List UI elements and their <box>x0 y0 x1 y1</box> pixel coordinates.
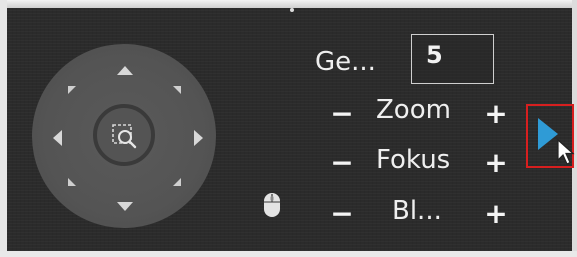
speed-label: Ge... <box>315 47 376 77</box>
iris-minus-button[interactable]: − <box>328 200 356 228</box>
pan-right-arrow-icon[interactable] <box>194 130 203 146</box>
speed-value: 5 <box>426 41 443 69</box>
screen-bezel-top <box>0 0 577 8</box>
speed-input[interactable]: 5 <box>411 34 494 84</box>
play-icon <box>538 118 558 150</box>
pan-up-left-arrow-icon[interactable] <box>68 86 76 94</box>
pan-down-left-arrow-icon[interactable] <box>68 178 76 186</box>
pan-down-arrow-icon[interactable] <box>117 202 133 211</box>
pan-left-arrow-icon[interactable] <box>53 130 62 146</box>
pan-up-arrow-icon[interactable] <box>117 66 133 75</box>
focus-label: Fokus <box>376 145 451 175</box>
screen-bezel-left <box>0 0 7 257</box>
bezel-dot <box>290 8 294 12</box>
ptz-control-screen: Ge... 5 − Zoom + − Fokus + − Bl... + <box>0 0 577 257</box>
iris-label: Bl... <box>392 196 442 226</box>
zoom-in-button[interactable]: + <box>482 100 510 128</box>
pan-down-right-arrow-icon[interactable] <box>173 178 181 186</box>
zoom-area-icon[interactable] <box>111 123 137 149</box>
focus-minus-button[interactable]: − <box>328 149 356 177</box>
screen-bezel-bottom <box>0 251 577 257</box>
zoom-out-button[interactable]: − <box>328 100 356 128</box>
zoom-label: Zoom <box>376 95 451 125</box>
iris-plus-button[interactable]: + <box>482 200 510 228</box>
mouse-icon <box>264 193 280 217</box>
ptz-joystick[interactable] <box>32 44 216 228</box>
focus-plus-button[interactable]: + <box>482 149 510 177</box>
pan-up-right-arrow-icon[interactable] <box>173 86 181 94</box>
cursor-icon <box>557 138 575 165</box>
